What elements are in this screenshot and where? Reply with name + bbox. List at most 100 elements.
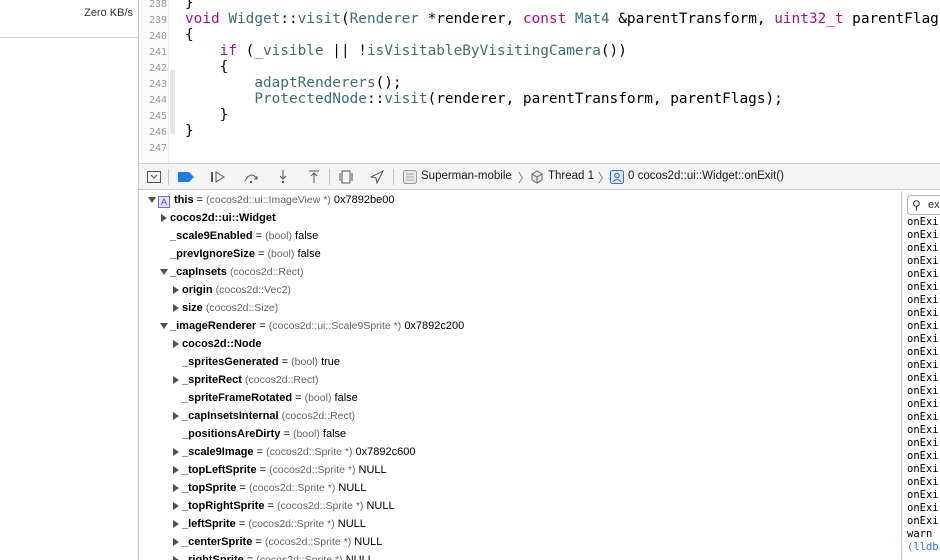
variable-type: (cocos2d::Rect) [281, 410, 356, 422]
console-line: onExi [907, 216, 939, 228]
code-token: adaptRenderers [254, 75, 376, 91]
console-line: onExi [907, 281, 939, 293]
code-token: Widget [228, 11, 281, 27]
disclosure-collapsed-icon[interactable] [173, 502, 179, 510]
variable-value: NULL [345, 554, 374, 560]
step-into-icon[interactable] [274, 168, 292, 186]
step-over-icon[interactable] [242, 168, 260, 186]
code-token: visit [384, 91, 428, 107]
variable-type: (cocos2d::Vec2) [215, 284, 291, 296]
variable-name: _imageRenderer [170, 320, 257, 332]
variable-type: (bool) [292, 428, 320, 440]
code-fold-ribbon[interactable] [170, 70, 175, 134]
line-number: 245 [148, 111, 167, 122]
variable-type: (cocos2d::Sprite *) [256, 554, 343, 560]
code-line[interactable]: if (_visible || !isVisitableByVisitingCa… [185, 43, 627, 59]
code-line[interactable]: } [185, 107, 229, 123]
variable-name: _leftSprite [182, 518, 236, 530]
disclosure-collapsed-icon[interactable] [173, 520, 179, 528]
variable-text: _centerSprite = (cocos2d::Sprite *) NULL [182, 533, 382, 551]
console-line: onExi [907, 424, 939, 436]
variable-text: _prevIgnoreSize = (bool) false [170, 245, 321, 263]
code-line[interactable]: { [185, 27, 194, 43]
disclosure-collapsed-icon[interactable] [173, 448, 179, 456]
disclosure-expanded-icon[interactable] [148, 197, 156, 203]
console-pane[interactable]: ⚲ ex onExi onExi onExi onExi onExi onExi onExi… [901, 191, 940, 560]
argument-badge-icon: A [158, 196, 170, 208]
console-line: onExi [907, 346, 939, 358]
disclosure-collapsed-icon[interactable] [173, 304, 179, 312]
breakpoints-toggle-icon[interactable] [177, 168, 195, 186]
crumb-frame[interactable]: 0 cocos2d::ui::Widget::onExit() [628, 170, 784, 182]
console-line: onExi [907, 411, 939, 423]
variable-value: NULL [358, 464, 387, 476]
variable-text: _capInsetsInternal (cocos2d::Rect) [182, 407, 355, 425]
code-line[interactable]: } [185, 0, 194, 11]
variable-text: _topSprite = (cocos2d::Sprite *) NULL [182, 479, 367, 497]
continue-icon[interactable] [209, 168, 227, 186]
variable-text: _spriteRect (cocos2d::Rect) [182, 371, 319, 389]
line-number: 240 [148, 31, 167, 42]
console-line: (lldb [907, 541, 939, 553]
code-token: &parentTransform, [609, 11, 775, 27]
console-line: onExi [907, 255, 939, 267]
disclosure-collapsed-icon[interactable] [173, 538, 179, 546]
variable-text: _positionsAreDirty = (bool) false [182, 425, 346, 443]
console-line: onExi [907, 229, 939, 241]
disclosure-collapsed-icon[interactable] [173, 466, 179, 474]
variable-name: _positionsAreDirty [182, 428, 281, 440]
crumb-app[interactable]: Superman-mobile [421, 170, 512, 182]
console-line: onExi [907, 502, 939, 514]
equals-sign: = [292, 392, 305, 404]
code-token: } [185, 107, 229, 123]
disclosure-collapsed-icon[interactable] [173, 556, 179, 560]
variable-text: cocos2d::Node [182, 335, 261, 353]
console-search-text[interactable]: ex [928, 199, 940, 211]
code-line[interactable]: { [185, 59, 229, 75]
code-token: if [219, 43, 237, 59]
code-line[interactable]: void Widget::visit(Renderer *renderer, c… [185, 11, 940, 27]
line-number-gutter[interactable]: 238 239 240 241 242 243 244 245 246 247 [139, 0, 169, 163]
crumb-thread[interactable]: Thread 1 [548, 170, 594, 182]
variable-text: _topLeftSprite = (cocos2d::Sprite *) NUL… [182, 461, 387, 479]
variable-type: (bool) [267, 248, 295, 260]
variable-name: cocos2d::Node [182, 338, 262, 350]
variable-type: (cocos2d::Sprite *) [248, 518, 335, 530]
variable-type: (cocos2d::Sprite *) [248, 482, 336, 494]
code-line[interactable]: adaptRenderers(); [185, 75, 401, 91]
disclosure-collapsed-icon[interactable] [173, 376, 179, 384]
disclosure-expanded-icon[interactable] [160, 323, 168, 329]
console-toggle-icon[interactable] [145, 168, 163, 186]
variable-type: (cocos2d::Rect) [244, 374, 319, 386]
code-line[interactable]: } [185, 123, 194, 139]
disclosure-collapsed-icon[interactable] [173, 340, 179, 348]
disclosure-collapsed-icon[interactable] [173, 412, 179, 420]
line-number: 242 [148, 63, 167, 74]
variable-type: (cocos2d::Rect) [229, 266, 304, 278]
console-search-field[interactable]: ⚲ ex [907, 195, 940, 215]
variables-view[interactable]: Athis = (cocos2d::ui::ImageView *) 0x789… [139, 191, 901, 560]
equals-sign: = [236, 482, 249, 494]
variable-name: this [174, 194, 194, 206]
disclosure-collapsed-icon[interactable] [173, 286, 179, 294]
line-number: 244 [148, 95, 167, 106]
code-line[interactable]: ProtectedNode::visit(renderer, parentTra… [185, 91, 783, 107]
search-icon: ⚲ [912, 198, 921, 212]
variable-name: cocos2d::ui::Widget [170, 212, 276, 224]
view-debugger-icon[interactable] [337, 168, 355, 186]
code-token: Renderer [349, 11, 419, 27]
variable-value: false [297, 248, 321, 260]
source-editor[interactable]: 238 239 240 241 242 243 244 245 246 247 } void Wid… [139, 0, 940, 163]
disclosure-expanded-icon[interactable] [160, 269, 168, 275]
step-out-icon[interactable] [305, 168, 323, 186]
disclosure-collapsed-icon[interactable] [161, 214, 167, 222]
code-token: uint32_t [774, 11, 844, 27]
disclosure-collapsed-icon[interactable] [173, 484, 179, 492]
console-line: onExi [907, 385, 939, 397]
variable-text: _spritesGenerated = (bool) true [182, 353, 340, 371]
code-token: _visible [254, 43, 324, 59]
simulate-location-icon[interactable] [368, 168, 386, 186]
variable-value: false [295, 230, 319, 242]
